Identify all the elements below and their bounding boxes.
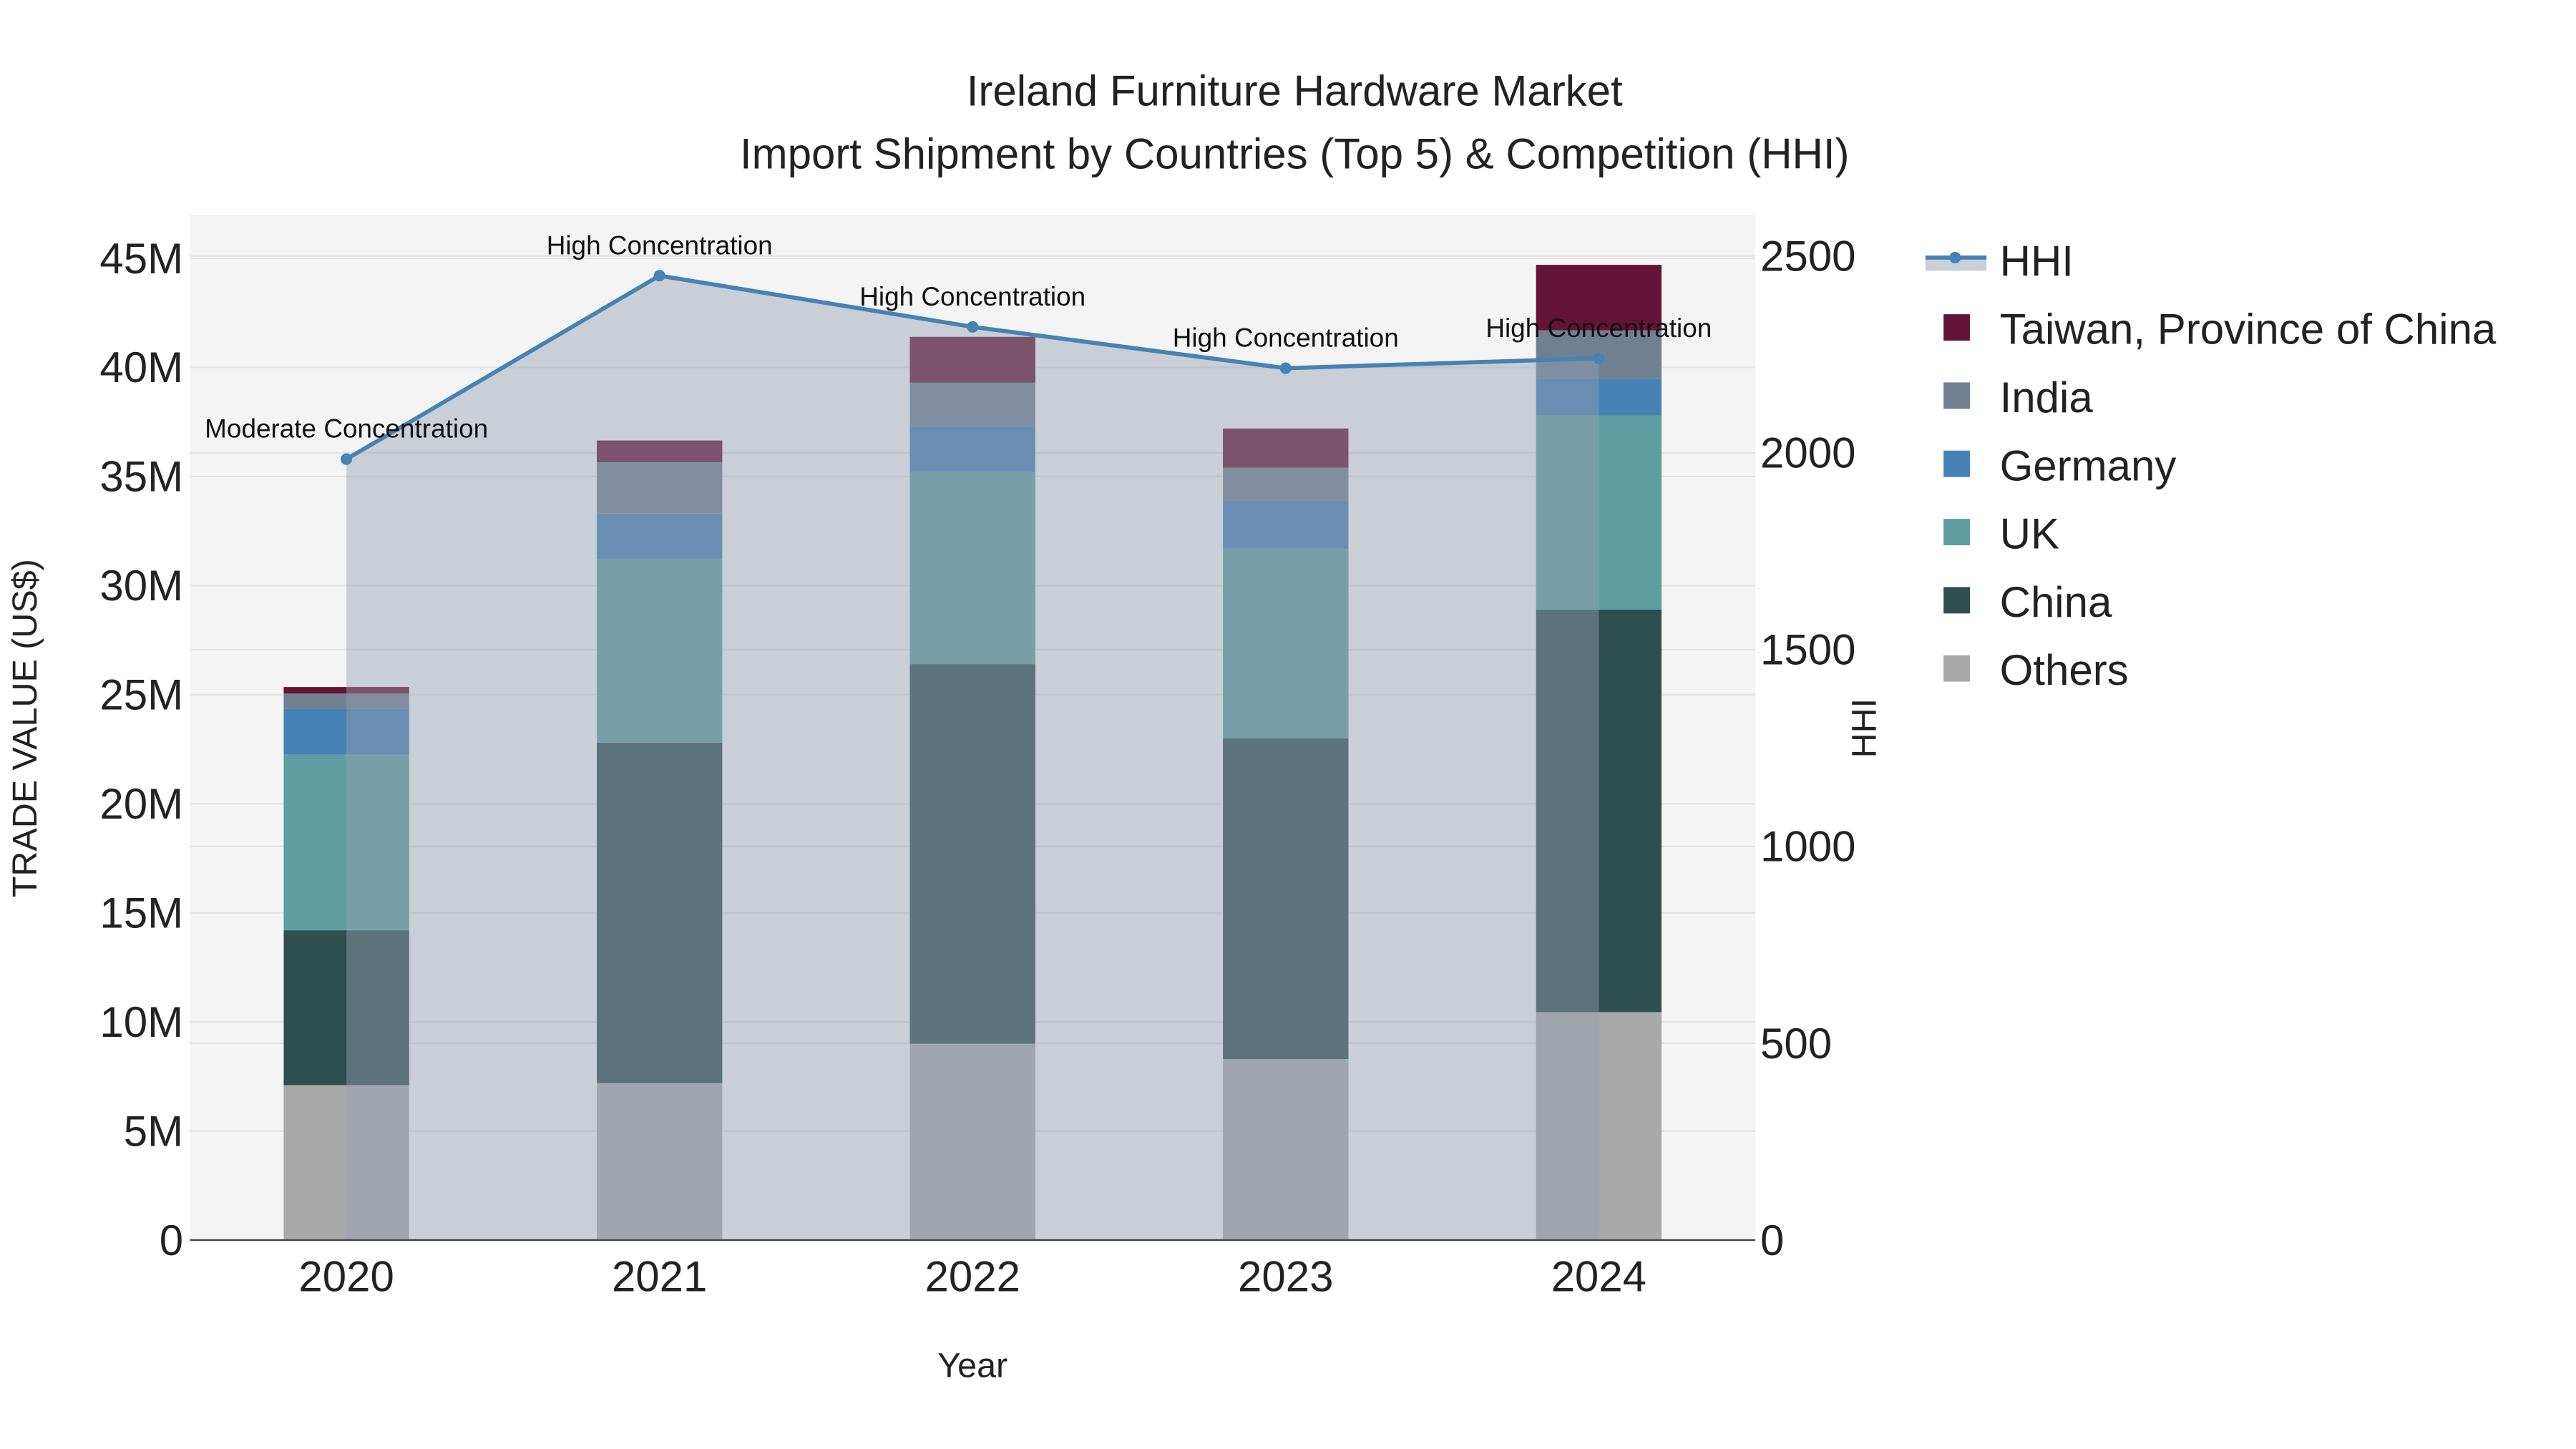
hhi-point-2021 [653,270,665,282]
y-tick-label: 0 [160,1216,183,1264]
hhi-point-2022 [967,321,979,333]
hhi-point-2024 [1593,352,1605,364]
hhi-annotation: High Concentration [547,230,773,260]
y-axis-ticks: 0 5M 10M 15M 20M 25M 30M 35M 40M 45M [99,235,183,1264]
legend-label: Others [2000,646,2129,694]
legend-label: Germany [2000,441,2177,489]
y2-tick-label: 1500 [1760,626,1855,674]
hhi-annotation: High Concentration [1485,313,1712,343]
x-tick-label: 2021 [612,1253,707,1301]
y2-tick-label: 2000 [1760,429,1855,477]
hhi-area [346,275,1599,1241]
y-tick-label: 45M [99,235,183,283]
y-tick-label: 35M [99,453,183,501]
y-tick-label: 25M [99,671,183,719]
x-tick-label: 2023 [1238,1253,1333,1301]
y2-axis-label: HHI [1845,698,1884,758]
legend-label: China [2000,578,2112,626]
y-tick-label: 15M [99,889,183,937]
chart-title-line1: Ireland Furniture Hardware Market [967,67,1623,115]
hhi-annotation: High Concentration [1173,323,1399,353]
y2-tick-label: 0 [1760,1216,1784,1264]
legend-label: India [2000,374,2094,421]
legend-label: HHI [2000,237,2074,285]
x-tick-label: 2020 [298,1253,394,1301]
y-tick-label: 5M [124,1107,183,1155]
legend-label: Taiwan, Province of China [2000,306,2497,353]
legend-swatch [1943,655,1971,682]
y2-tick-label: 500 [1760,1020,1832,1068]
x-tick-label: 2022 [924,1253,1020,1301]
legend: HHI Taiwan, Province of China India Germany… [1925,237,2497,694]
y2-tick-label: 2500 [1760,233,1855,280]
y-tick-label: 40M [99,343,183,391]
hhi-annotation: High Concentration [859,282,1085,311]
hhi-point-2023 [1279,362,1292,374]
y2-tick-label: 1000 [1760,823,1855,871]
legend-hhi-marker [1949,251,1961,264]
legend-swatch [1943,587,1971,614]
chart: Ireland Furniture Hardware Market Import… [6,67,2497,1385]
hhi-point-2020 [341,453,353,465]
legend-swatch [1943,382,1971,409]
y2-axis-ticks: 0 500 1000 1500 2000 2500 [1760,233,1855,1264]
y-tick-label: 30M [99,562,183,610]
y-tick-label: 10M [99,998,183,1046]
legend-swatch [1943,314,1971,341]
legend-swatch [1943,519,1971,545]
y-tick-label: 20M [99,780,183,828]
x-axis-label: Year [937,1347,1008,1385]
legend-label: UK [2000,510,2059,558]
legend-swatch [1943,450,1971,477]
x-axis-ticks: 2020 2021 2022 2023 2024 [298,1253,1646,1301]
x-tick-label: 2024 [1551,1253,1646,1301]
chart-title-line2: Import Shipment by Countries (Top 5) & C… [740,130,1850,177]
y-axis-label: TRADE VALUE (US$) [6,559,44,897]
hhi-annotation: Moderate Concentration [205,414,488,444]
